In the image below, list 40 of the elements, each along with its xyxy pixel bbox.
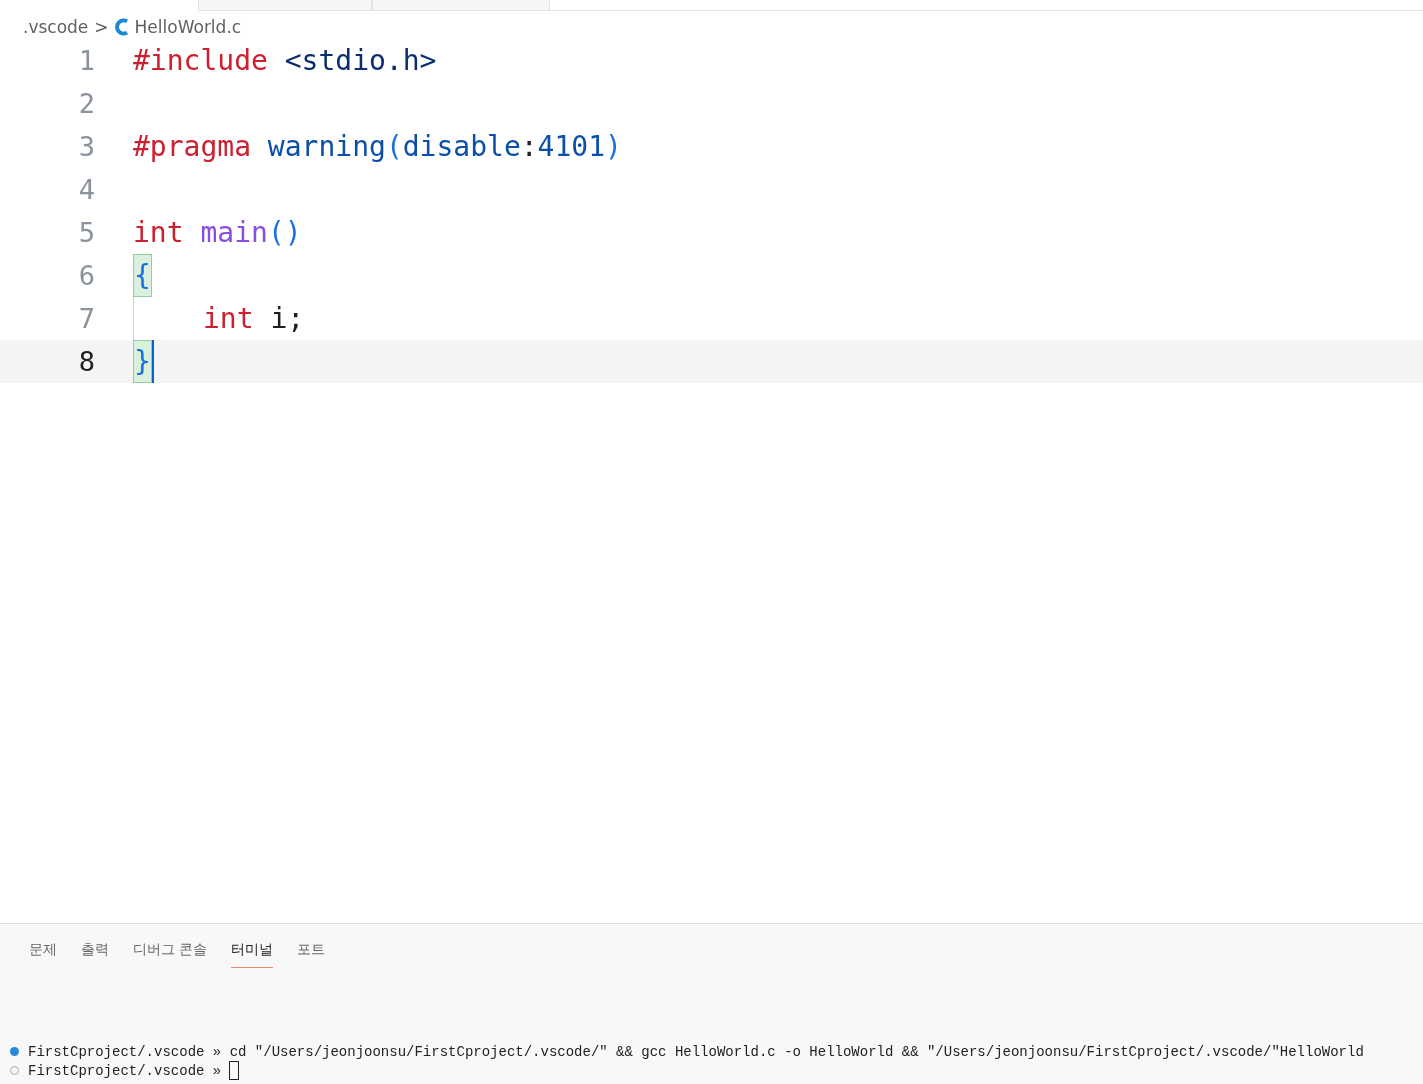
code-token: #include [133,43,268,79]
code-token: 4101 [537,129,606,165]
line-number: 7 [77,303,95,334]
line-number: 1 [77,45,95,76]
line-number: 4 [77,174,95,205]
editor-tab[interactable] [198,0,372,11]
code-token: i; [269,301,305,337]
terminal-prompt: FirstCproject/.vscode » [28,1043,222,1060]
matched-bracket: } [133,340,152,383]
text-cursor [151,340,154,383]
panel-tab[interactable]: 출력 [81,938,109,968]
line-number: 6 [77,260,95,291]
editor-tab[interactable] [372,0,550,11]
terminal-command: cd "/Users/jeonjoonsu/FirstCproject/.vscode/" && gcc HelloWorld.c -o HelloWorld && "/Users/jeonjoonsu/FirstCproject/.vscode/"HelloWorld [228,1043,1364,1060]
c-file-icon [114,18,129,36]
code-token: warning [266,129,386,165]
code-token: () [267,215,302,251]
panel-tab[interactable]: 문제 [29,938,57,968]
terminal-prompt: FirstCproject/.vscode » [28,1062,222,1079]
line-number: 5 [77,217,95,248]
terminal-cursor [229,1061,240,1080]
code-token: int [203,301,254,337]
line-number: 2 [77,88,95,119]
code-token: main [199,215,268,251]
code-token: ( [385,129,403,165]
panel-tab[interactable]: 디버그 콘솔 [133,938,208,968]
panel-tab[interactable]: 포트 [297,938,326,968]
breadcrumb-separator: > [94,17,109,37]
code-token: disable [402,129,521,165]
breadcrumb-file[interactable]: HelloWorld.c [134,17,242,37]
breadcrumb-folder[interactable]: .vscode [23,17,89,37]
line-number: 8 [77,346,95,377]
code-token: ) [605,129,622,165]
panel-tab[interactable]: 터미널 [231,938,274,968]
code-token: int [133,215,184,251]
matched-bracket: { [133,254,152,297]
code-token: <stdio.h> [283,43,437,79]
code-token: #pragma [133,129,251,165]
line-number: 3 [77,131,95,162]
code-token: : [520,129,538,165]
